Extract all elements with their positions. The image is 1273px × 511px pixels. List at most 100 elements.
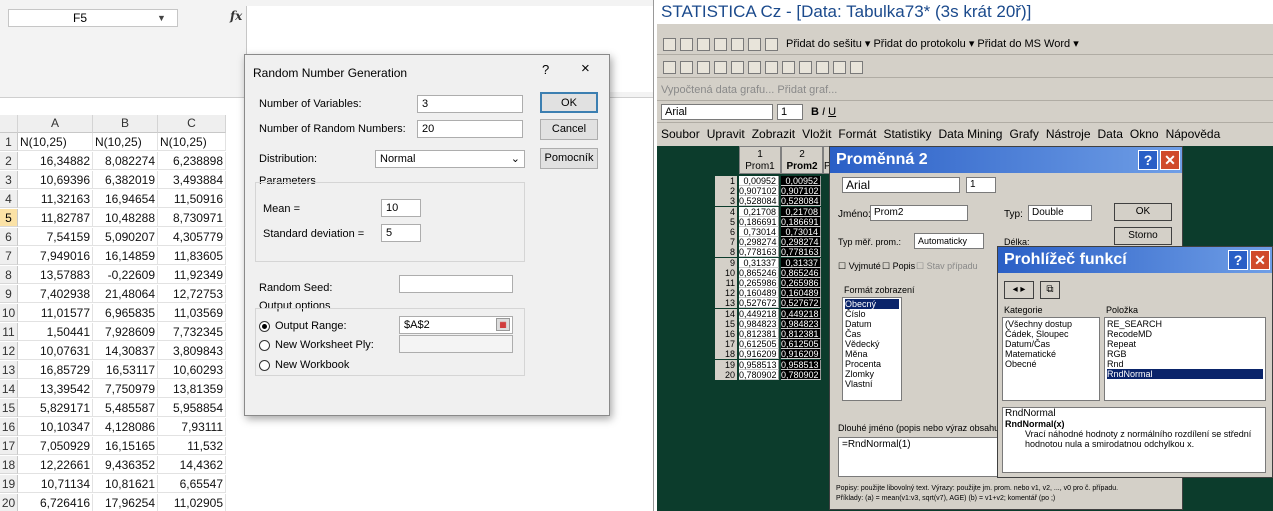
graph-icon[interactable] bbox=[799, 60, 812, 74]
table-cell[interactable]: 0,780902 bbox=[781, 369, 821, 380]
var-font-select[interactable]: Arial bbox=[842, 177, 960, 193]
table-cell[interactable]: 3,809843 bbox=[158, 342, 226, 360]
row-header[interactable]: 16 bbox=[0, 418, 18, 436]
list-item[interactable]: Vlastní bbox=[845, 379, 899, 389]
table-cell[interactable]: 0,265986 bbox=[739, 278, 779, 288]
var-ok-button[interactable]: OK bbox=[1114, 203, 1172, 221]
help-icon[interactable]: ? bbox=[542, 62, 549, 77]
table-cell[interactable]: 0,958513 bbox=[739, 359, 779, 370]
close-icon[interactable]: ✕ bbox=[1250, 250, 1270, 270]
row-number[interactable]: 16 bbox=[715, 329, 737, 339]
list-item[interactable]: RE_SEARCH bbox=[1107, 319, 1263, 329]
table-cell[interactable]: 12,72753 bbox=[158, 285, 226, 303]
table-cell[interactable]: 0,186691 bbox=[781, 216, 821, 227]
toolbar-add-items[interactable]: Přidat do sešitu ▾ Přidat do protokolu ▾… bbox=[786, 38, 1079, 50]
mean-input[interactable]: 10 bbox=[381, 199, 421, 217]
cut-icon[interactable] bbox=[731, 37, 744, 51]
table-cell[interactable]: 0,916209 bbox=[781, 349, 821, 360]
row-number[interactable]: 18 bbox=[715, 349, 737, 360]
close-icon[interactable]: × bbox=[581, 60, 590, 77]
table-cell[interactable]: N(10,25) bbox=[18, 133, 93, 151]
table-cell[interactable]: 0,298274 bbox=[739, 237, 779, 248]
graph-icon[interactable] bbox=[782, 60, 795, 74]
table-cell[interactable]: 8,730971 bbox=[158, 209, 226, 227]
table-cell[interactable]: 0,907102 bbox=[739, 186, 779, 197]
column-header[interactable]: 1 Prom1 bbox=[739, 146, 781, 174]
open-icon[interactable] bbox=[680, 37, 693, 51]
name-input[interactable]: Prom2 bbox=[870, 205, 968, 221]
row-header[interactable]: 9 bbox=[0, 285, 18, 303]
row-number[interactable]: 11 bbox=[715, 278, 737, 288]
menu-item[interactable]: Vložit bbox=[802, 127, 831, 141]
menu-item[interactable]: Zobrazit bbox=[752, 127, 795, 141]
row-header[interactable]: 11 bbox=[0, 323, 18, 341]
menu-item[interactable]: Grafy bbox=[1009, 127, 1038, 141]
table-cell[interactable]: 0,31337 bbox=[739, 257, 779, 268]
help-button[interactable]: Pomocník bbox=[540, 148, 598, 169]
table-cell[interactable]: 11,32163 bbox=[18, 190, 93, 208]
list-item[interactable]: Vědecký bbox=[845, 339, 899, 349]
table-cell[interactable]: 10,07631 bbox=[18, 342, 93, 360]
table-cell[interactable]: 0,527672 bbox=[739, 298, 779, 309]
toolbar-graph-data-label[interactable]: Vypočtená data grafu... Přidat graf... bbox=[661, 84, 837, 96]
num-vars-input[interactable]: 3 bbox=[417, 95, 523, 113]
row-header[interactable]: 1 bbox=[0, 133, 18, 151]
column-header[interactable]: B bbox=[93, 115, 158, 133]
table-cell[interactable]: 10,81621 bbox=[93, 475, 158, 493]
table-cell[interactable]: 0,265986 bbox=[781, 278, 821, 288]
measure-select[interactable]: Automaticky bbox=[914, 233, 984, 249]
table-cell[interactable]: 10,60293 bbox=[158, 361, 226, 379]
table-cell[interactable]: 1,50441 bbox=[18, 323, 93, 341]
row-header[interactable]: 19 bbox=[0, 475, 18, 493]
menu-item[interactable]: Statistiky bbox=[883, 127, 931, 141]
table-cell[interactable]: 16,15165 bbox=[93, 437, 158, 455]
table-cell[interactable]: 11,02905 bbox=[158, 494, 226, 511]
graph-icon[interactable] bbox=[697, 60, 710, 74]
table-cell[interactable]: 16,34882 bbox=[18, 152, 93, 170]
table-cell[interactable]: 7,928609 bbox=[93, 323, 158, 341]
item-list[interactable]: RE_SEARCH RecodeMD Repeat RGB Rnd RndNormal bbox=[1104, 317, 1266, 401]
graph-icon[interactable] bbox=[833, 60, 846, 74]
table-cell[interactable]: 11,01577 bbox=[18, 304, 93, 322]
name-box[interactable]: F5 ▼ bbox=[8, 9, 178, 27]
list-item[interactable]: Datum bbox=[845, 319, 899, 329]
graph-icon[interactable] bbox=[731, 60, 744, 74]
graph-icon[interactable] bbox=[850, 60, 863, 74]
underline-icon[interactable]: U bbox=[828, 106, 836, 118]
row-number[interactable]: 20 bbox=[715, 369, 737, 380]
category-list[interactable]: (Všechny dostup Čádek, Sloupec Datum/Čas Ma… bbox=[1002, 317, 1100, 401]
table-cell[interactable]: 0,916209 bbox=[739, 349, 779, 360]
graph-icon[interactable] bbox=[680, 60, 693, 74]
table-cell[interactable]: 16,14859 bbox=[93, 247, 158, 265]
label-checkbox[interactable]: ☐ Popis bbox=[882, 261, 915, 272]
menu-item[interactable]: Data Mining bbox=[938, 127, 1002, 141]
table-cell[interactable]: 7,402938 bbox=[18, 285, 93, 303]
table-cell[interactable]: 0,984823 bbox=[739, 318, 779, 329]
distribution-select[interactable]: Normal ⌄ bbox=[375, 150, 525, 168]
help-icon[interactable]: ? bbox=[1228, 250, 1248, 270]
graph-icon[interactable] bbox=[714, 60, 727, 74]
table-cell[interactable]: 6,65547 bbox=[158, 475, 226, 493]
menu-item[interactable]: Formát bbox=[838, 127, 876, 141]
list-item[interactable]: (Všechny dostup bbox=[1005, 319, 1097, 329]
table-cell[interactable]: 10,48288 bbox=[93, 209, 158, 227]
row-header[interactable]: 3 bbox=[0, 171, 18, 189]
row-number[interactable]: 3 bbox=[715, 196, 737, 207]
row-number[interactable]: 4 bbox=[715, 206, 737, 217]
table-cell[interactable]: 0,160489 bbox=[781, 288, 821, 299]
table-cell[interactable]: 0,984823 bbox=[781, 318, 821, 329]
table-cell[interactable]: 11,92349 bbox=[158, 266, 226, 284]
table-cell[interactable]: 0,21708 bbox=[781, 206, 821, 217]
list-item[interactable]: Procenta bbox=[845, 359, 899, 369]
format-list[interactable]: Obecný Číslo Datum Čas Vědecký Měna Procenta Zl… bbox=[842, 297, 902, 401]
table-cell[interactable]: 0,612505 bbox=[781, 339, 821, 350]
list-item[interactable]: Rnd bbox=[1107, 359, 1263, 369]
table-cell[interactable]: N(10,25) bbox=[93, 133, 158, 151]
graph-icon[interactable] bbox=[663, 60, 676, 74]
menu-item[interactable]: Nápověda bbox=[1166, 127, 1221, 141]
table-cell[interactable]: 0,778163 bbox=[781, 247, 821, 258]
row-number[interactable]: 1 bbox=[715, 176, 737, 186]
row-header[interactable]: 14 bbox=[0, 380, 18, 398]
table-cell[interactable]: 7,949016 bbox=[18, 247, 93, 265]
table-cell[interactable]: 13,81359 bbox=[158, 380, 226, 398]
